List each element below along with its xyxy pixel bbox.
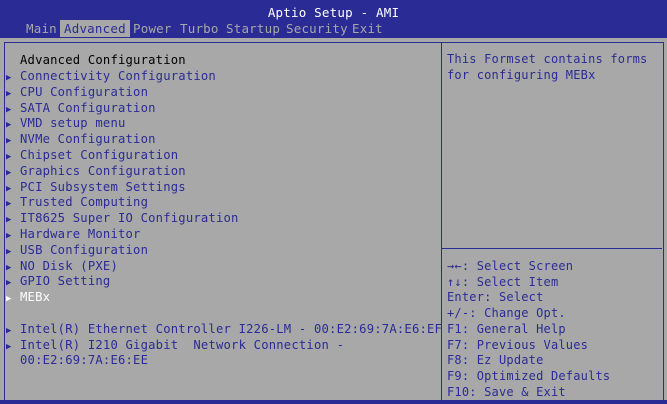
tab-power[interactable]: Power <box>129 20 176 37</box>
tab-security[interactable]: Security <box>282 20 352 37</box>
menu-item-connectivity[interactable]: ▶ Connectivity Configuration <box>6 68 216 84</box>
menu-item-label: Trusted Computing <box>20 195 149 209</box>
menu-item-label: NVMe Configuration <box>20 132 156 146</box>
menu-item-gpio[interactable]: ▶ GPIO Setting <box>6 273 110 289</box>
menu-item-label: USB Configuration <box>20 243 149 257</box>
menu-item-label: SATA Configuration <box>20 101 156 115</box>
menu-item-cpu[interactable]: ▶ CPU Configuration <box>6 84 148 100</box>
key-hint: F10: Save & Exit <box>447 385 566 399</box>
menu-item-label: NO Disk (PXE) <box>20 259 118 273</box>
section-heading: Advanced Configuration <box>20 53 186 67</box>
key-hint: →←: Select Screen <box>447 259 574 273</box>
tab-turbo[interactable]: Turbo <box>176 20 223 37</box>
menu-bar: Main Advanced Power Turbo Startup Securi… <box>0 20 667 37</box>
key-hint: +/-: Change Opt. <box>447 306 566 320</box>
menu-item-label: Intel(R) I210 Gigabit Network Connection… <box>20 338 345 352</box>
key-hint: ↑↓: Select Item <box>447 275 559 289</box>
tab-advanced[interactable]: Advanced <box>60 20 130 37</box>
key-hint: F7: Previous Values <box>447 338 589 352</box>
menu-item-super-io[interactable]: ▶ IT8625 Super IO Configuration <box>6 210 239 226</box>
window-title: Aptio Setup - AMI <box>0 0 667 22</box>
menu-item-sata[interactable]: ▶ SATA Configuration <box>6 100 156 116</box>
menu-item-label: Hardware Monitor <box>20 227 141 241</box>
menu-item-ethernet-i210[interactable]: ▶ Intel(R) I210 Gigabit Network Connectio… <box>6 337 344 353</box>
menu-item-mebx[interactable]: ▶ MEBx <box>6 289 50 305</box>
menu-item-hardware-monitor[interactable]: ▶ Hardware Monitor <box>6 226 141 242</box>
menu-item-no-disk[interactable]: ▶ NO Disk (PXE) <box>6 258 118 274</box>
menu-item-trusted-computing[interactable]: ▶ Trusted Computing <box>6 194 148 210</box>
menu-item-label: MEBx <box>20 290 51 304</box>
key-hint: F8: Ez Update <box>447 353 544 367</box>
vertical-divider <box>441 42 442 400</box>
triangle-right-icon: ▶ <box>6 294 12 304</box>
tab-exit[interactable]: Exit <box>348 20 387 37</box>
tab-startup[interactable]: Startup <box>222 20 284 37</box>
menu-item-label: GPIO Setting <box>20 274 111 288</box>
menu-item-graphics[interactable]: ▶ Graphics Configuration <box>6 163 186 179</box>
key-hint: F1: General Help <box>447 322 566 336</box>
menu-item-vmd[interactable]: ▶ VMD setup menu <box>6 115 126 131</box>
help-text: This Formset contains forms for configur… <box>447 52 648 82</box>
menu-item-ethernet-i226[interactable]: ▶ Intel(R) Ethernet Controller I226-LM - … <box>6 321 442 337</box>
tab-main[interactable]: Main <box>22 20 61 37</box>
help-divider <box>442 248 662 249</box>
menu-item-label: Intel(R) Ethernet Controller I226-LM - 0… <box>20 322 443 336</box>
menu-item-pci[interactable]: ▶ PCI Subsystem Settings <box>6 179 186 195</box>
menu-item-nvme[interactable]: ▶ NVMe Configuration <box>6 131 156 147</box>
menu-item-label: IT8625 Super IO Configuration <box>20 211 239 225</box>
main-panel: Advanced Configuration ▶ Connectivity Con… <box>0 38 667 404</box>
menu-item-chipset[interactable]: ▶ Chipset Configuration <box>6 147 178 163</box>
key-hint: F9: Optimized Defaults <box>447 369 611 383</box>
menu-item-label: PCI Subsystem Settings <box>20 180 186 194</box>
menu-item-usb[interactable]: ▶ USB Configuration <box>6 242 148 258</box>
menu-item-label: CPU Configuration <box>20 85 149 99</box>
triangle-right-icon: ▶ <box>6 342 12 352</box>
key-hint: Enter: Select <box>447 290 544 304</box>
menu-item-ethernet-i210-mac: 00:E2:69:7A:E6:EE <box>20 353 149 367</box>
menu-item-label: VMD setup menu <box>20 116 126 130</box>
menu-item-label: Connectivity Configuration <box>20 69 216 83</box>
menu-item-label: Chipset Configuration <box>20 148 179 162</box>
menu-item-label: Graphics Configuration <box>20 164 186 178</box>
